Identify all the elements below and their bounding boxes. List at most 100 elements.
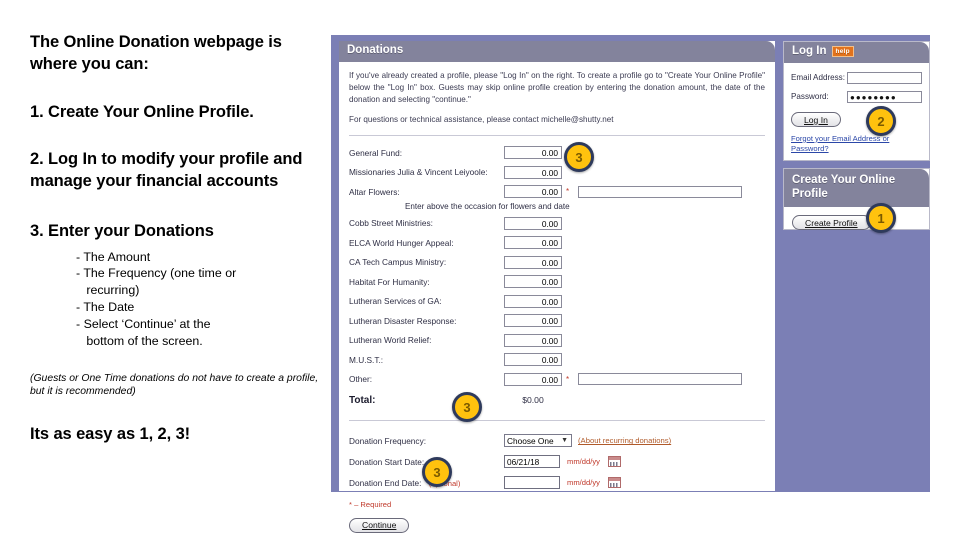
fund-row: Habitat For Humanity: 0.00: [349, 273, 765, 291]
guest-note: (Guests or One Time donations do not hav…: [30, 372, 319, 398]
step-3-sub-list: - The Amount - The Frequency (one time o…: [76, 249, 322, 350]
fund-amount-input[interactable]: 0.00: [504, 372, 562, 386]
total-value: $0.00: [522, 395, 544, 406]
password-label: Password:: [791, 92, 829, 102]
required-asterisk: *: [566, 187, 570, 197]
calendar-icon[interactable]: [607, 477, 621, 489]
create-profile-panel: Create Your Online Profile Create Profil…: [783, 168, 930, 231]
email-field[interactable]: [847, 71, 922, 84]
sub-item: - The Frequency (one time or: [76, 266, 237, 281]
password-field[interactable]: ●●●●●●●●: [847, 90, 922, 103]
create-profile-button[interactable]: Create Profile: [792, 215, 871, 231]
sub-item: - The Date: [76, 300, 135, 315]
slide-text-column: The Online Donation webpage is where you…: [30, 32, 322, 444]
fund-label: Other:: [349, 374, 373, 385]
fund-list: General Fund: 0.00 Missionaries Julia & Vi…: [349, 144, 765, 389]
forgot-credentials-link[interactable]: Forgot your Email Address or Password?: [791, 134, 922, 153]
callout-badge-3-frequency: 3: [452, 392, 482, 422]
date-format-hint: mm/dd/yy: [567, 457, 600, 467]
fund-label: Cobb Street Ministries:: [349, 218, 433, 229]
log-in-button-label: Log In: [804, 114, 828, 125]
about-recurring-donations-link[interactable]: (About recurring donations): [578, 436, 671, 445]
fund-row: Lutheran Disaster Response: 0.00: [349, 312, 765, 330]
donations-panel: Donations If you've already created a pr…: [339, 41, 775, 533]
fund-row: Other: 0.00 *: [349, 370, 765, 388]
fund-row: M.U.S.T.: 0.00: [349, 351, 765, 369]
donation-frequency-label: Donation Frequency:: [349, 435, 427, 446]
fund-label: Lutheran Services of GA:: [349, 296, 442, 307]
fund-amount-input[interactable]: 0.00: [504, 353, 562, 367]
fund-row: ELCA World Hunger Appeal: 0.00: [349, 234, 765, 252]
fund-amount-input[interactable]: 0.00: [504, 165, 562, 179]
create-profile-button-label: Create Profile: [805, 217, 858, 228]
fund-label: Habitat For Humanity:: [349, 276, 430, 287]
fund-amount-input[interactable]: 0.00: [504, 314, 562, 328]
flowers-hint: Enter above the occasion for flowers and…: [405, 202, 570, 212]
closing-line: Its as easy as 1, 2, 3!: [30, 425, 191, 444]
fund-label: ELCA World Hunger Appeal:: [349, 237, 454, 248]
donations-intro-paragraph: If you've already created a profile, ple…: [349, 70, 765, 105]
fund-amount-input[interactable]: 0.00: [504, 216, 562, 230]
fund-amount-input[interactable]: 0.00: [504, 294, 562, 308]
lead-heading: The Online Donation webpage is where you…: [30, 33, 282, 73]
donation-start-date-input[interactable]: 06/21/18: [504, 455, 560, 469]
fund-row: General Fund: 0.00: [349, 144, 765, 162]
donation-frequency-row: Donation Frequency: Choose One ▼ (About …: [349, 430, 765, 451]
step-3-text: 3. Enter your Donations: [30, 221, 214, 240]
donations-contact-paragraph: For questions or technical assistance, p…: [349, 114, 614, 124]
login-panel: Log In help Email Address: Password: ●●●…: [783, 41, 930, 161]
fund-note-input[interactable]: [578, 185, 743, 198]
callout-badge-2: 2: [866, 106, 896, 136]
fund-amount-input[interactable]: 0.00: [504, 146, 562, 160]
fund-label: Altar Flowers:: [349, 186, 400, 197]
required-note: * – Required: [349, 500, 392, 510]
chevron-down-icon: ▼: [561, 437, 568, 445]
password-row: Password: ●●●●●●●●: [791, 89, 922, 105]
calendar-icon[interactable]: [607, 456, 621, 468]
fund-row: Lutheran World Relief: 0.00: [349, 331, 765, 349]
sub-item: recurring): [76, 283, 140, 298]
fund-amount-input[interactable]: 0.00: [504, 275, 562, 289]
continue-button[interactable]: Continue: [349, 517, 410, 533]
help-badge[interactable]: help: [831, 46, 854, 58]
donation-end-date-label-text: Donation End Date:: [349, 477, 422, 488]
fund-amount-input[interactable]: 0.00: [504, 255, 562, 269]
sub-item: bottom of the screen.: [76, 333, 203, 348]
divider: [349, 134, 765, 136]
fund-note-input[interactable]: [578, 373, 743, 386]
step-1-text: 1. Create Your Online Profile.: [30, 102, 254, 121]
fund-label: M.U.S.T.:: [349, 354, 384, 365]
fund-row: Lutheran Services of GA: 0.00: [349, 292, 765, 310]
fund-label: General Fund:: [349, 147, 403, 158]
fund-row: Altar Flowers: 0.00 *: [349, 183, 765, 201]
donation-frequency-value: Choose One: [507, 435, 554, 446]
divider: [349, 420, 765, 422]
donation-end-date-input[interactable]: [504, 476, 560, 490]
donation-start-date-row: Donation Start Date: 06/21/18 mm/dd/yy: [349, 451, 765, 472]
fund-amount-input[interactable]: 0.00: [504, 185, 562, 199]
donation-frequency-select[interactable]: Choose One ▼: [504, 434, 572, 448]
required-asterisk: *: [566, 374, 570, 384]
fund-label: CA Tech Campus Ministry:: [349, 257, 447, 268]
login-panel-title-bar: Log In help: [784, 42, 929, 63]
login-panel-body: Email Address: Password: ●●●●●●●● Log In…: [784, 63, 929, 153]
email-row: Email Address:: [791, 70, 922, 86]
donations-panel-body: If you've already created a profile, ple…: [339, 62, 775, 534]
log-in-button[interactable]: Log In: [791, 112, 841, 128]
create-profile-panel-body: Create Profile: [784, 207, 929, 231]
fund-label: Lutheran Disaster Response:: [349, 315, 457, 326]
sub-item: - The Amount: [76, 249, 151, 264]
fund-row: Missionaries Julia & Vincent Leiyoole: 0.…: [349, 163, 765, 181]
login-panel-title: Log In: [792, 45, 827, 57]
step-2-text: 2. Log In to modify your profile and man…: [30, 150, 303, 191]
callout-badge-1: 1: [866, 203, 896, 233]
fund-amount-input[interactable]: 0.00: [504, 236, 562, 250]
fund-label: Lutheran World Relief:: [349, 335, 432, 346]
fund-amount-input[interactable]: 0.00: [504, 333, 562, 347]
fund-label: Missionaries Julia & Vincent Leiyoole:: [349, 167, 488, 178]
create-profile-panel-title: Create Your Online Profile: [784, 169, 929, 207]
date-format-hint: mm/dd/yy: [567, 478, 600, 488]
email-label: Email Address:: [791, 73, 845, 83]
continue-button-label: Continue: [362, 520, 397, 531]
callout-badge-3-funds: 3: [564, 142, 594, 172]
